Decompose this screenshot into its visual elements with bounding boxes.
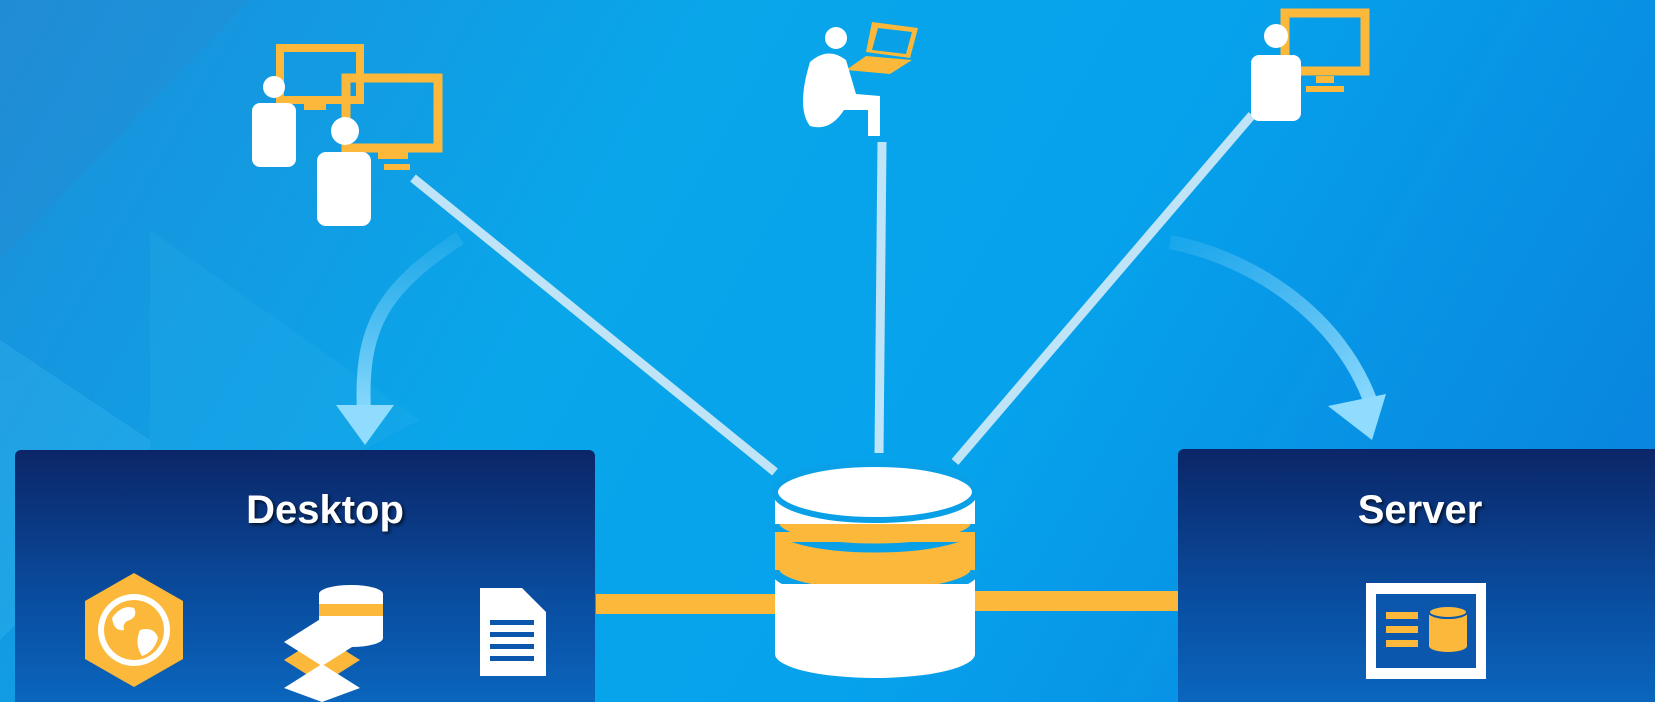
diagram-svg xyxy=(0,0,1655,702)
arrow-to-server xyxy=(1168,235,1386,440)
server-db-link xyxy=(970,591,1180,611)
user-laptop-icon xyxy=(803,22,918,136)
connector-line-right xyxy=(951,112,1256,465)
server-title: Server xyxy=(1357,488,1483,532)
user-group-desktops-icon xyxy=(252,44,443,226)
geodatabase-icon xyxy=(770,461,980,678)
diagram-canvas: Desktop Server xyxy=(0,0,1655,702)
connector-line-left xyxy=(410,174,778,476)
user-desktop-icon xyxy=(1251,8,1370,121)
desktop-title: Desktop xyxy=(246,488,404,532)
connector-line-middle xyxy=(874,141,887,454)
server-database-icon xyxy=(1366,583,1486,679)
desktop-db-link xyxy=(596,594,776,614)
